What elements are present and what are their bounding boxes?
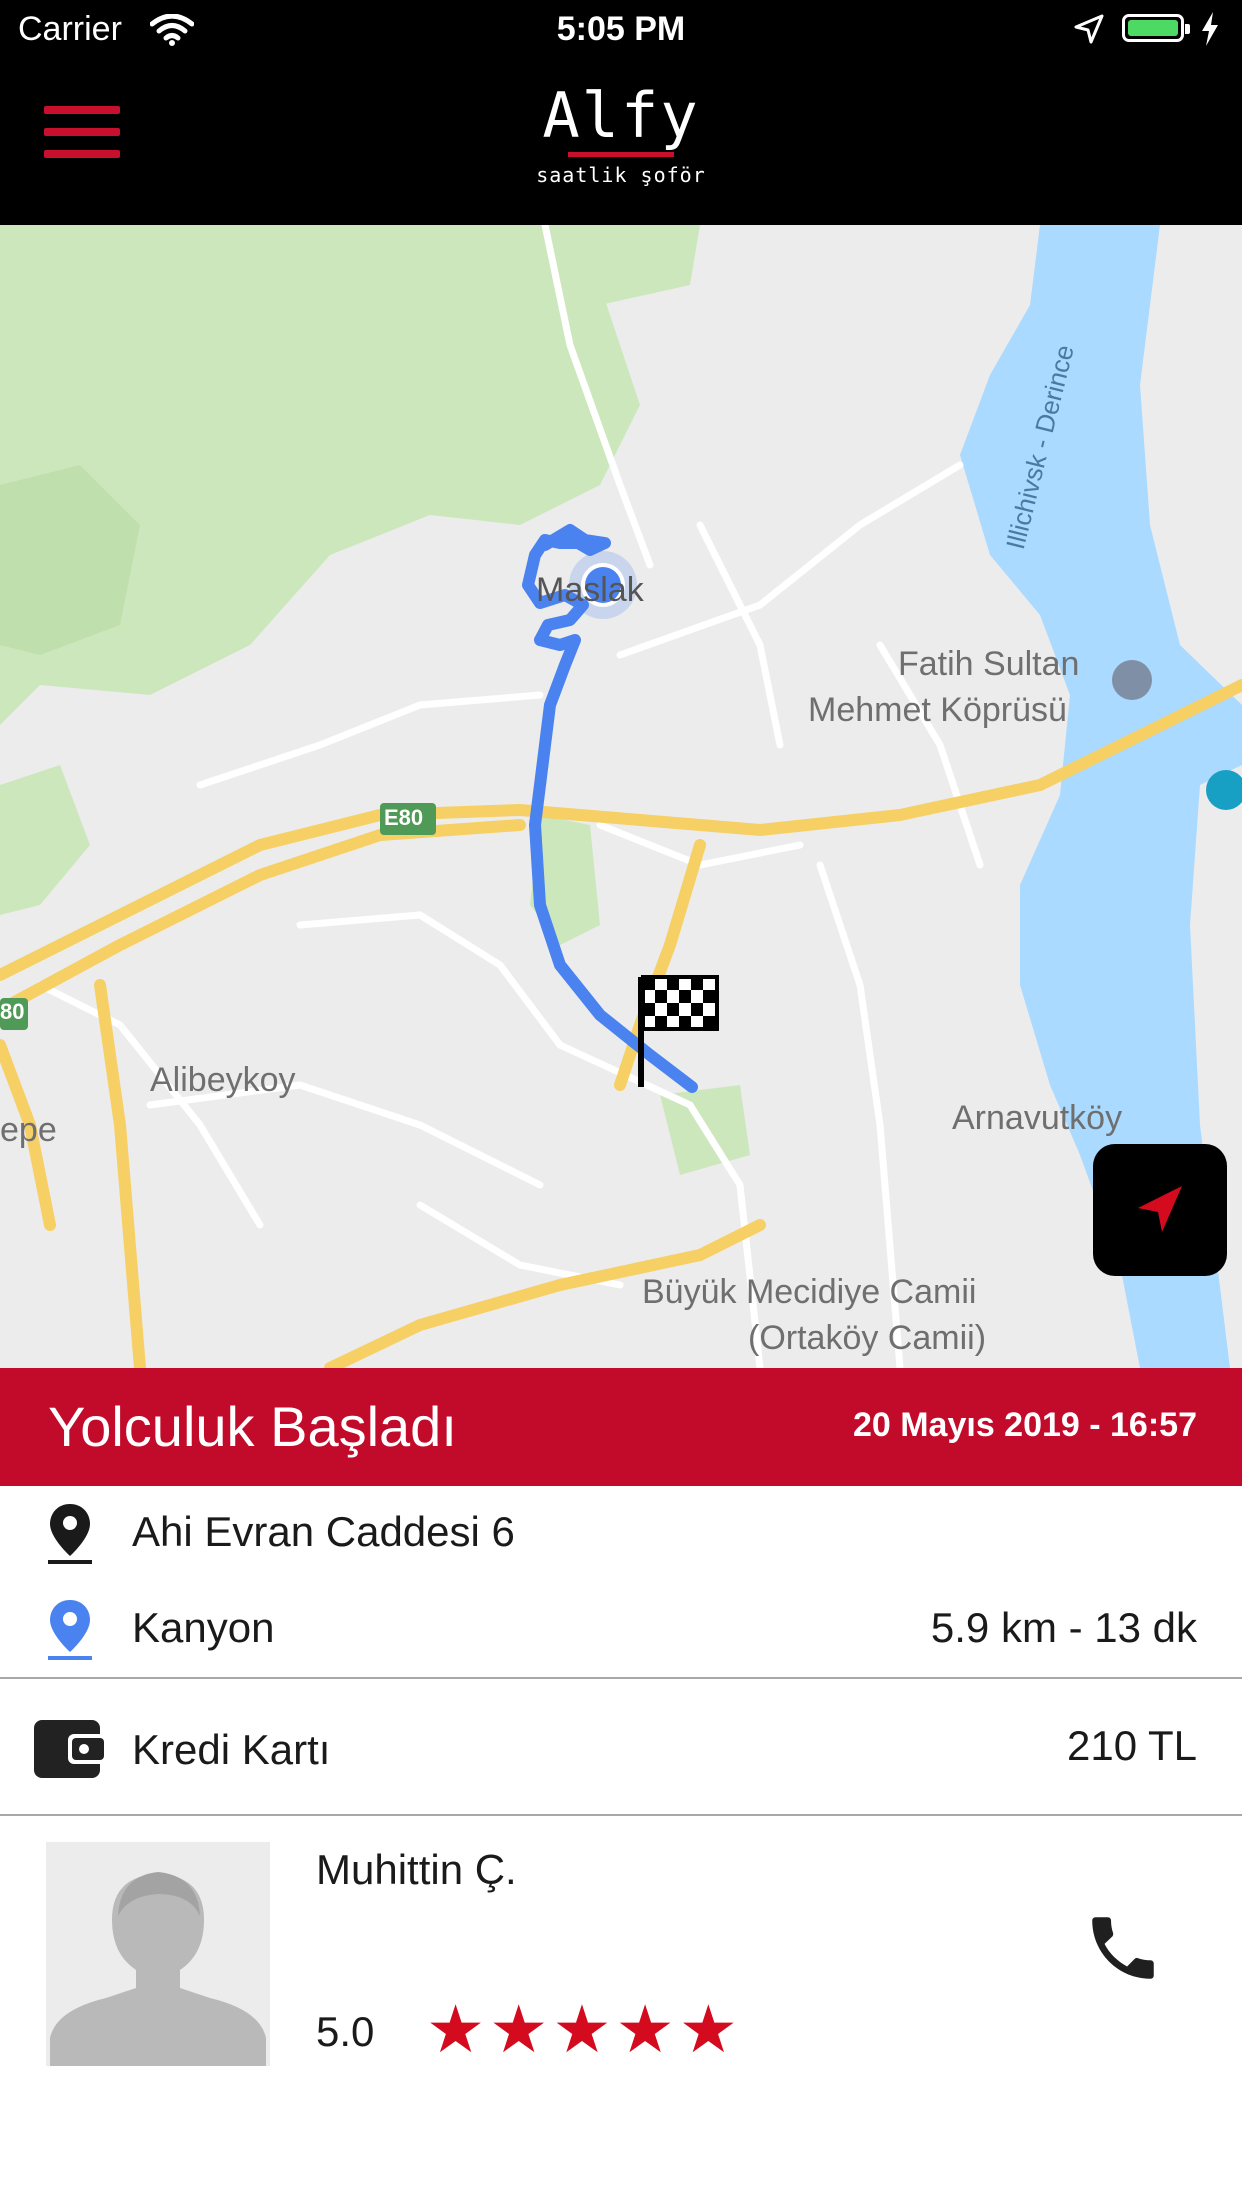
route-map[interactable]: Maslak Fatih Sultan Mehmet Köprüsü E80 8… [0,225,1242,1368]
star-icon: ★ [552,1991,612,2068]
navigation-arrow-icon [1138,1186,1182,1232]
trip-datetime: 20 Mayıs 2019 - 16:57 [852,1406,1197,1444]
battery-icon [1122,14,1190,42]
payment-method: Kredi Kartı [132,1726,331,1773]
map-label-mecidiye-2: (Ortaköy Camii) [748,1319,987,1357]
map-label-alibeykoy: Alibeykoy [150,1061,296,1099]
rating-stars: ★ ★ ★ ★ ★ [426,1991,738,2068]
recenter-map-button[interactable] [1093,1144,1227,1276]
driver-name: Muhittin Ç. [316,1846,517,1893]
driver-avatar [46,1842,270,2066]
charging-bolt-icon [1200,12,1220,55]
location-services-icon [1074,14,1104,53]
alfy-logo: Alfy saatlik şoför [0,79,1242,188]
person-placeholder-icon [46,1842,270,2066]
divider [0,1677,1242,1679]
star-icon: ★ [426,1991,486,2068]
logo-name: Alfy [542,79,700,152]
trip-price: 210 TL [1067,1722,1197,1769]
map-label-mecidiye-1: Büyük Mecidiye Camii [642,1273,977,1311]
map-label-e80-left: 80 [0,999,25,1024]
pickup-pin-icon [48,1504,92,1564]
logo-underline [568,152,674,157]
map-label-arnavutkoy: Arnavutköy [952,1099,1123,1137]
star-icon: ★ [489,1991,549,2068]
destination-address: Kanyon [132,1604,275,1651]
pickup-address: Ahi Evran Caddesi 6 [132,1508,515,1555]
status-bar: Carrier 5:05 PM [0,0,1242,62]
trip-status-bar: Yolculuk Başladı 20 Mayıs 2019 - 16:57 [0,1368,1242,1486]
trip-status-title: Yolculuk Başladı [48,1395,457,1458]
wallet-icon [34,1720,106,1778]
map-label-fatih-sultan-1: Fatih Sultan [898,645,1080,683]
map-label-maslak: Maslak [536,571,644,609]
map-label-epe: epe [0,1111,57,1149]
clock: 5:05 PM [556,10,686,48]
logo-tagline: saatlik şoför [536,163,706,187]
divider [0,1814,1242,1816]
top-navigation-bar: Alfy saatlik şoför [0,62,1242,225]
driver-rating: 5.0 [316,2008,375,2055]
map-label-fatih-sultan-2: Mehmet Köprüsü [808,691,1067,729]
distance-duration: 5.9 km - 13 dk [930,1604,1197,1651]
phone-icon [1092,1917,1154,1979]
map-label-e80: E80 [384,805,424,830]
star-icon: ★ [615,1991,675,2068]
star-icon: ★ [678,1991,738,2068]
destination-pin-icon [48,1600,92,1660]
call-driver-button[interactable] [1082,1907,1164,1994]
